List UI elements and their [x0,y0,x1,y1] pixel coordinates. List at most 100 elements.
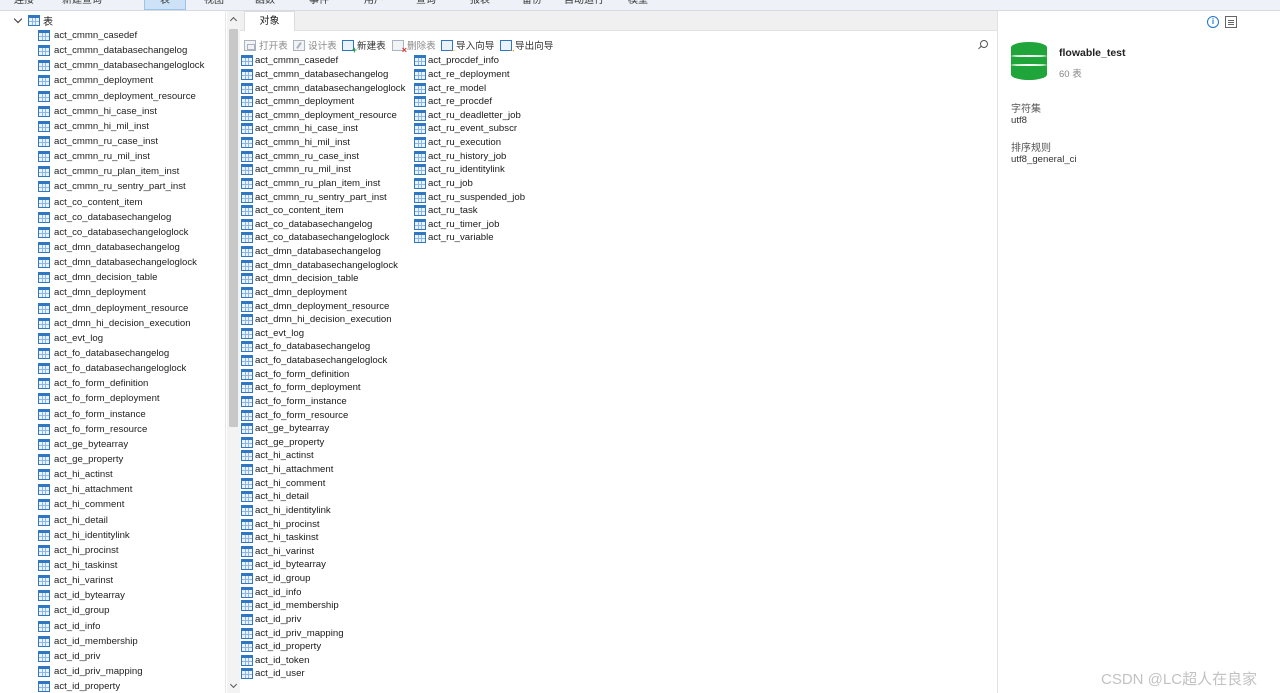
tree-table-item[interactable]: act_cmmn_ru_plan_item_inst [38,164,204,179]
info-icon[interactable]: i [1207,16,1219,28]
search-icon[interactable] [977,39,989,51]
tree-table-item[interactable]: act_cmmn_ru_mil_inst [38,149,204,164]
object-table-item[interactable]: act_ru_variable [414,231,525,245]
chevron-down-icon[interactable] [14,15,24,25]
tree-table-item[interactable]: act_cmmn_deployment [38,73,204,88]
tree-table-item[interactable]: act_id_priv_mapping [38,664,204,679]
object-table-item[interactable]: act_hi_procinst [241,517,405,531]
object-table-item[interactable]: act_dmn_decision_table [241,272,405,286]
tree-table-item[interactable]: act_ge_property [38,452,204,467]
object-table-item[interactable]: act_id_group [241,572,405,586]
tree-table-item[interactable]: act_hi_attachment [38,482,204,497]
object-table-item[interactable]: act_cmmn_ru_sentry_part_inst [241,190,405,204]
object-table-item[interactable]: act_id_property [241,640,405,654]
object-table-item[interactable]: act_dmn_deployment [241,286,405,300]
object-table-item[interactable]: act_id_bytearray [241,558,405,572]
object-table-item[interactable]: act_id_priv [241,613,405,627]
tree-table-item[interactable]: act_id_bytearray [38,588,204,603]
object-table-item[interactable]: act_hi_attachment [241,463,405,477]
object-table-item[interactable]: act_cmmn_ru_mil_inst [241,163,405,177]
menu-item[interactable]: 自动运行 [557,0,611,10]
tree-node-tables[interactable]: 表 [14,13,53,28]
object-table-item[interactable]: act_id_token [241,654,405,668]
object-table-item[interactable]: act_cmmn_databasechangeloglock [241,81,405,95]
object-table-item[interactable]: act_dmn_databasechangelog [241,245,405,259]
tree-table-item[interactable]: act_id_priv [38,649,204,664]
tree-table-item[interactable]: act_dmn_deployment_resource [38,301,204,316]
menu-item[interactable]: 用户 [352,0,396,10]
object-table-item[interactable]: act_hi_taskinst [241,531,405,545]
object-table-item[interactable]: act_ru_identitylink [414,163,525,177]
object-table-item[interactable]: act_ru_job [414,177,525,191]
tree-table-item[interactable]: act_fo_databasechangelog [38,346,204,361]
tree-table-item[interactable]: act_cmmn_ru_sentry_part_inst [38,179,204,194]
object-table-item[interactable]: act_ru_suspended_job [414,190,525,204]
object-table-item[interactable]: act_fo_form_resource [241,408,405,422]
tree-table-item[interactable]: act_cmmn_databasechangeloglock [38,58,204,73]
object-table-item[interactable]: act_ru_task [414,204,525,218]
tree-table-item[interactable]: act_id_property [38,679,204,693]
tree-table-item[interactable]: act_dmn_deployment [38,285,204,300]
menu-item[interactable]: 新建查询 [52,0,112,10]
object-table-item[interactable]: act_co_databasechangeloglock [241,231,405,245]
tree-table-item[interactable]: act_hi_comment [38,497,204,512]
tree-table-item[interactable]: act_id_info [38,618,204,633]
object-table-item[interactable]: act_re_procdef [414,95,525,109]
menu-item[interactable]: 报表 [458,0,502,10]
object-table-item[interactable]: act_procdef_info [414,54,525,68]
tree-table-item[interactable]: act_hi_procinst [38,543,204,558]
scrollbar-thumb[interactable] [229,29,238,427]
tree-table-item[interactable]: act_cmmn_databasechangelog [38,43,204,58]
tree-table-item[interactable]: act_ge_bytearray [38,437,204,452]
object-table-item[interactable]: act_dmn_deployment_resource [241,299,405,313]
tree-table-item[interactable]: act_cmmn_ru_case_inst [38,134,204,149]
tree-table-item[interactable]: act_cmmn_hi_case_inst [38,104,204,119]
object-table-item[interactable]: act_re_model [414,81,525,95]
object-table-item[interactable]: act_ge_bytearray [241,422,405,436]
delete-table-button[interactable]: 删除表 [392,36,436,55]
tree-table-item[interactable]: act_id_group [38,603,204,618]
tree-table-item[interactable]: act_hi_identitylink [38,528,204,543]
object-table-item[interactable]: act_ge_property [241,436,405,450]
object-table-item[interactable]: act_fo_databasechangeloglock [241,354,405,368]
object-table-item[interactable]: act_cmmn_ru_plan_item_inst [241,177,405,191]
object-table-item[interactable]: act_dmn_databasechangeloglock [241,258,405,272]
menu-item[interactable]: 查询 [404,0,448,10]
tree-table-item[interactable]: act_co_databasechangeloglock [38,225,204,240]
tree-table-item[interactable]: act_cmmn_hi_mil_inst [38,119,204,134]
object-table-item[interactable]: act_fo_form_deployment [241,381,405,395]
tree-table-item[interactable]: act_co_databasechangelog [38,210,204,225]
new-table-button[interactable]: 新建表 [342,36,386,55]
object-table-item[interactable]: act_co_databasechangelog [241,218,405,232]
object-table-item[interactable]: act_re_deployment [414,68,525,82]
import-wizard-button[interactable]: 导入向导 [441,36,494,54]
object-table-item[interactable]: act_evt_log [241,327,405,341]
object-table-item[interactable]: act_ru_event_subscr [414,122,525,136]
object-table-item[interactable]: act_ru_history_job [414,149,525,163]
menu-item[interactable]: 函数 [242,0,288,10]
tree-table-item[interactable]: act_fo_databasechangeloglock [38,361,204,376]
menu-item[interactable]: 模型 [617,0,659,10]
tree-scrollbar[interactable] [227,11,240,693]
tree-table-item[interactable]: act_dmn_databasechangelog [38,240,204,255]
object-table-item[interactable]: act_hi_actinst [241,449,405,463]
ddl-icon[interactable] [1225,16,1237,28]
tree-table-item[interactable]: act_hi_taskinst [38,558,204,573]
object-table-item[interactable]: act_cmmn_hi_case_inst [241,122,405,136]
tree-table-item[interactable]: act_cmmn_deployment_resource [38,89,204,104]
tree-table-item[interactable]: act_dmn_hi_decision_execution [38,316,204,331]
object-table-item[interactable]: act_cmmn_hi_mil_inst [241,136,405,150]
object-table-item[interactable]: act_fo_databasechangelog [241,340,405,354]
object-table-item[interactable]: act_id_user [241,667,405,681]
tree-table-item[interactable]: act_fo_form_deployment [38,391,204,406]
object-table-item[interactable]: act_cmmn_ru_case_inst [241,149,405,163]
object-table-item[interactable]: act_cmmn_deployment [241,95,405,109]
tree-table-item[interactable]: act_fo_form_resource [38,422,204,437]
tree-table-item[interactable]: act_evt_log [38,331,204,346]
tree-table-item[interactable]: act_dmn_decision_table [38,270,204,285]
scroll-up-icon[interactable] [229,15,238,24]
menu-item[interactable]: 备份 [510,0,554,10]
object-table-item[interactable]: act_hi_comment [241,476,405,490]
tree-table-item[interactable]: act_fo_form_definition [38,376,204,391]
tree-table-item[interactable]: act_dmn_databasechangeloglock [38,255,204,270]
